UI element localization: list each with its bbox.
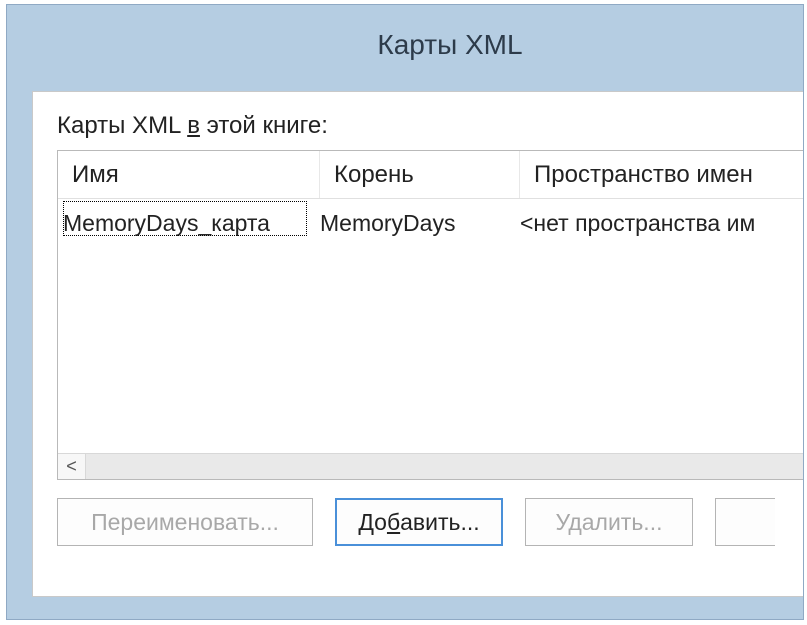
scroll-left-button[interactable]: <: [58, 454, 86, 479]
maps-in-workbook-label: Карты XML в этой книге:: [57, 112, 803, 140]
dialog-body: Карты XML в этой книге: Имя Корень Прост…: [32, 91, 803, 597]
column-header-name[interactable]: Имя: [58, 151, 320, 198]
cell-root: MemoryDays: [320, 210, 520, 237]
cell-namespace: <нет пространства им: [520, 210, 803, 237]
table-row[interactable]: MemoryDays_карта MemoryDays <нет простра…: [63, 203, 803, 243]
column-header-root[interactable]: Корень: [320, 151, 520, 198]
list-header: Имя Корень Пространство имен: [58, 151, 803, 199]
xml-maps-dialog: Карты XML Карты XML в этой книге: Имя Ко…: [6, 4, 804, 620]
dialog-title: Карты XML: [377, 29, 522, 61]
delete-button[interactable]: Удалить...: [525, 498, 693, 546]
rename-button[interactable]: Переименовать...: [57, 498, 313, 546]
dialog-button-row: Переименовать... Добавить... Удалить...: [57, 498, 803, 546]
add-button[interactable]: Добавить...: [335, 498, 503, 546]
truncated-button[interactable]: [715, 498, 775, 546]
chevron-left-icon: <: [66, 456, 77, 477]
column-header-namespace[interactable]: Пространство имен: [520, 151, 803, 198]
xml-maps-listbox[interactable]: Имя Корень Пространство имен MemoryDays_…: [57, 150, 803, 480]
horizontal-scrollbar[interactable]: <: [58, 453, 803, 479]
titlebar: Карты XML: [7, 5, 803, 85]
scroll-track[interactable]: [86, 454, 803, 479]
cell-name: MemoryDays_карта: [63, 210, 320, 237]
